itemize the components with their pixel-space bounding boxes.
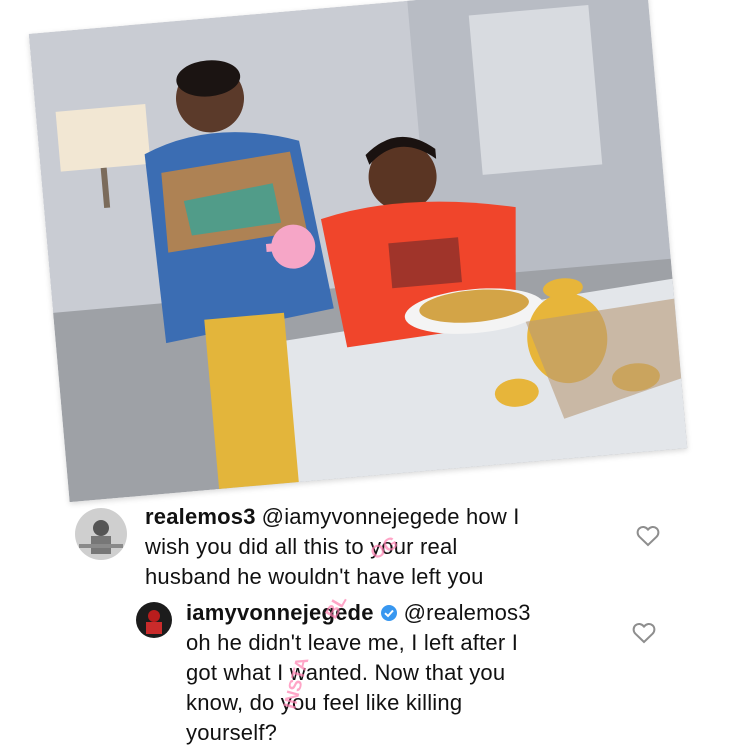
heart-outline-icon[interactable] [632, 622, 656, 644]
reply-body: iamyvonnejegede @realemos3 oh he didn't l… [186, 598, 626, 748]
reply-username[interactable]: iamyvonnejegede [186, 600, 374, 625]
reply-line: know, do you feel like killing [186, 690, 463, 715]
post-photo [28, 0, 688, 503]
verified-badge-icon [380, 605, 397, 621]
reply-iamyvonnejegede: iamyvonnejegede @realemos3 oh he didn't l… [136, 598, 626, 748]
comment-line: wish you did all this to your real [145, 534, 458, 559]
comment-realemos3: realemos3 @iamyvonnejegede how I wish you… [75, 502, 635, 592]
heart-outline-icon[interactable] [636, 525, 660, 547]
comment-username[interactable]: realemos3 [145, 504, 256, 529]
comment-body: realemos3 @iamyvonnejegede how I wish you… [145, 502, 635, 592]
reply-line: got what I wanted. Now that you [186, 660, 506, 685]
comment-line: @iamyvonnejegede how I [261, 504, 520, 529]
reply-mention[interactable]: @realemos3 [404, 600, 531, 625]
avatar-realemos3[interactable] [75, 508, 127, 560]
reply-line: oh he didn't leave me, I left after I [186, 630, 519, 655]
avatar-iamyvonnejegede[interactable] [136, 602, 172, 638]
reply-line: yourself? [186, 720, 278, 745]
comment-line: husband he wouldn't have left you [145, 564, 484, 589]
